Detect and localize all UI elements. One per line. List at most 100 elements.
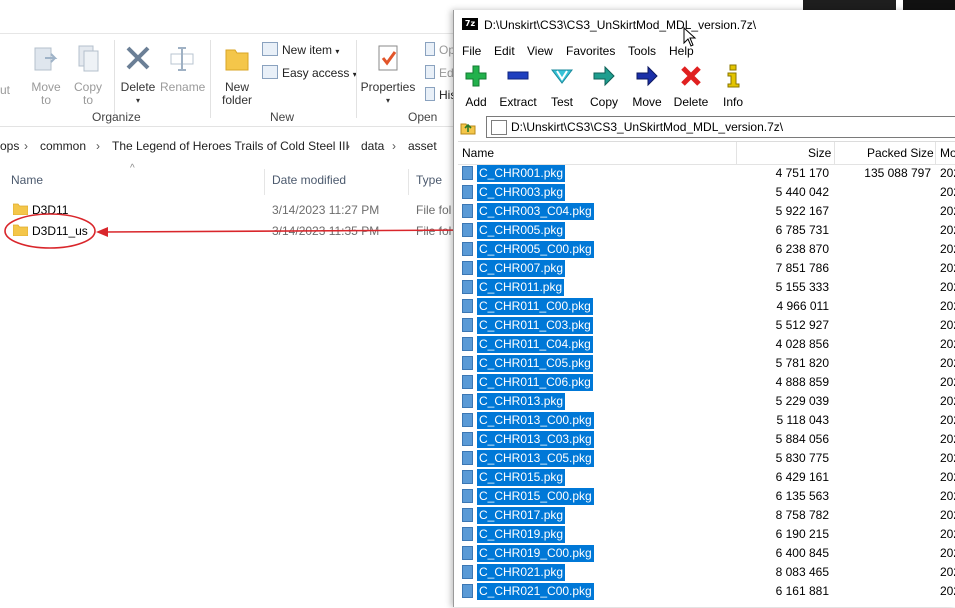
modified-cell: 202	[940, 318, 955, 332]
menu-favorites[interactable]: Favorites	[566, 44, 615, 58]
table-row[interactable]: C_CHR011.pkg 5 155 333 202	[458, 278, 955, 297]
file-name: D3D11	[32, 203, 69, 217]
move-to-icon	[34, 47, 58, 71]
table-row[interactable]: C_CHR001.pkg 4 751 170 135 088 797 202	[458, 164, 955, 183]
list-item[interactable]: D3D11 3/14/2023 11:27 PM File fol	[0, 199, 455, 220]
file-size-cell: 5 118 043	[776, 413, 830, 427]
file-size-cell: 4 751 170	[775, 166, 829, 180]
modified-cell: 202	[940, 356, 955, 370]
file-name-cell: C_CHR021.pkg	[477, 564, 566, 581]
file-size-cell: 5 884 056	[775, 432, 829, 446]
table-row[interactable]: C_CHR011_C05.pkg 5 781 820 202	[458, 354, 955, 373]
edit-icon	[425, 65, 435, 79]
table-row[interactable]: C_CHR015_C00.pkg 6 135 563 202	[458, 487, 955, 506]
delete-button[interactable]: Delete ▾	[118, 42, 158, 107]
table-row[interactable]: C_CHR019_C00.pkg 6 400 845 202	[458, 544, 955, 563]
breadcrumb-item[interactable]: The Legend of Heroes Trails of Cold Stee…	[112, 139, 349, 153]
copy-button[interactable]: Copy	[589, 64, 619, 109]
delete-archive-button[interactable]: Delete	[673, 64, 709, 109]
table-row[interactable]: C_CHR011_C06.pkg 4 888 859 202	[458, 373, 955, 392]
modified-cell: 202	[940, 489, 955, 503]
breadcrumb-item[interactable]: asset	[408, 139, 437, 153]
easy-access-button[interactable]: Easy access ▾	[262, 65, 357, 80]
move-to-button[interactable]: Move to	[30, 42, 62, 107]
column-divider[interactable]	[408, 169, 409, 195]
column-divider[interactable]	[935, 142, 936, 164]
modified-cell: 202	[940, 470, 955, 484]
menu-file[interactable]: File	[462, 44, 481, 58]
size-column-header[interactable]: Size	[808, 146, 831, 160]
table-row[interactable]: C_CHR003.pkg 5 440 042 202	[458, 183, 955, 202]
file-name-cell: C_CHR005.pkg	[477, 222, 566, 239]
table-row[interactable]: C_CHR015.pkg 6 429 161 202	[458, 468, 955, 487]
menu-edit[interactable]: Edit	[494, 44, 515, 58]
move-button[interactable]: Move	[631, 64, 663, 109]
folder-icon	[13, 203, 28, 215]
folder-up-icon[interactable]	[460, 119, 476, 135]
organize-group-label: Organize	[92, 110, 141, 124]
list-item[interactable]: D3D11_us 3/14/2023 11:35 PM File fol	[0, 220, 455, 241]
modified-cell: 202	[940, 432, 955, 446]
packed-size-column-header[interactable]: Packed Size	[867, 146, 934, 160]
column-divider[interactable]	[834, 142, 835, 164]
table-row[interactable]: C_CHR005.pkg 6 785 731 202	[458, 221, 955, 240]
file-icon	[462, 337, 473, 351]
file-name-cell: C_CHR019_C00.pkg	[477, 545, 594, 562]
sevenzip-title-bar[interactable]: 7z D:\Unskirt\CS3\CS3_UnSkirtMod_MDL_ver…	[454, 10, 955, 40]
table-row[interactable]: C_CHR013.pkg 5 229 039 202	[458, 392, 955, 411]
file-icon	[462, 584, 473, 598]
modified-cell: 202	[940, 413, 955, 427]
info-button[interactable]: Info	[721, 64, 745, 109]
type-column-header[interactable]: Type	[416, 173, 442, 187]
menu-tools[interactable]: Tools	[628, 44, 656, 58]
table-row[interactable]: C_CHR021_C00.pkg 6 161 881 202	[458, 582, 955, 601]
table-row[interactable]: C_CHR021.pkg 8 083 465 202	[458, 563, 955, 582]
file-icon	[462, 185, 473, 199]
properties-button[interactable]: Properties ▾	[360, 42, 416, 107]
table-row[interactable]: C_CHR017.pkg 8 758 782 202	[458, 506, 955, 525]
breadcrumb: ops › common › The Legend of Heroes Trai…	[0, 134, 455, 158]
table-row[interactable]: C_CHR013_C05.pkg 5 830 775 202	[458, 449, 955, 468]
table-row[interactable]: C_CHR019.pkg 6 190 215 202	[458, 525, 955, 544]
file-size-cell: 8 758 782	[775, 508, 829, 522]
file-size-cell: 6 238 870	[775, 242, 829, 256]
name-column-header[interactable]: Name	[11, 173, 43, 187]
menu-view[interactable]: View	[527, 44, 553, 58]
test-button[interactable]: Test	[548, 64, 576, 109]
extract-button[interactable]: Extract	[499, 64, 537, 109]
table-row[interactable]: C_CHR011_C00.pkg 4 966 011 202	[458, 297, 955, 316]
table-row[interactable]: C_CHR011_C03.pkg 5 512 927 202	[458, 316, 955, 335]
table-row[interactable]: C_CHR013_C00.pkg 5 118 043 202	[458, 411, 955, 430]
table-row[interactable]: C_CHR007.pkg 7 851 786 202	[458, 259, 955, 278]
open-button-partial[interactable]: Op	[425, 42, 455, 57]
breadcrumb-item[interactable]: common	[40, 139, 86, 153]
edit-button-partial[interactable]: Ed	[425, 65, 454, 80]
rename-button[interactable]: Rename	[160, 42, 205, 94]
file-name-cell: C_CHR005_C00.pkg	[477, 241, 594, 258]
column-divider[interactable]	[736, 142, 737, 164]
breadcrumb-item[interactable]: data	[361, 139, 384, 153]
name-column-header[interactable]: Name	[462, 146, 494, 160]
new-item-button[interactable]: New item ▾	[262, 42, 339, 57]
history-button-partial[interactable]: His	[425, 87, 456, 102]
table-row[interactable]: C_CHR003_C04.pkg 5 922 167 202	[458, 202, 955, 221]
table-row[interactable]: C_CHR005_C00.pkg 6 238 870 202	[458, 240, 955, 259]
table-row[interactable]: C_CHR011_C04.pkg 4 028 856 202	[458, 335, 955, 354]
add-button[interactable]: Add	[463, 64, 489, 109]
file-name-cell: C_CHR003.pkg	[477, 184, 566, 201]
column-divider[interactable]	[264, 169, 265, 195]
file-icon	[462, 375, 473, 389]
breadcrumb-item[interactable]: ops	[0, 139, 19, 153]
modified-cell: 202	[940, 584, 955, 598]
date-column-header[interactable]: Date modified	[272, 173, 346, 187]
move-to-label: Move to	[31, 80, 61, 107]
modified-column-header[interactable]: Mo	[940, 146, 955, 160]
new-folder-button[interactable]: New folder	[218, 42, 256, 107]
archive-file-list[interactable]: Name Size Packed Size Mo C_CHR001.pkg 4 7…	[458, 141, 955, 608]
path-input[interactable]: D:\Unskirt\CS3\CS3_UnSkirtMod_MDL_versio…	[486, 116, 955, 138]
table-row[interactable]: C_CHR013_C03.pkg 5 884 056 202	[458, 430, 955, 449]
file-type: File fol	[416, 224, 452, 238]
copy-to-button[interactable]: Copy to	[72, 42, 104, 107]
file-icon	[462, 394, 473, 408]
chevron-right-icon: ›	[24, 139, 28, 153]
